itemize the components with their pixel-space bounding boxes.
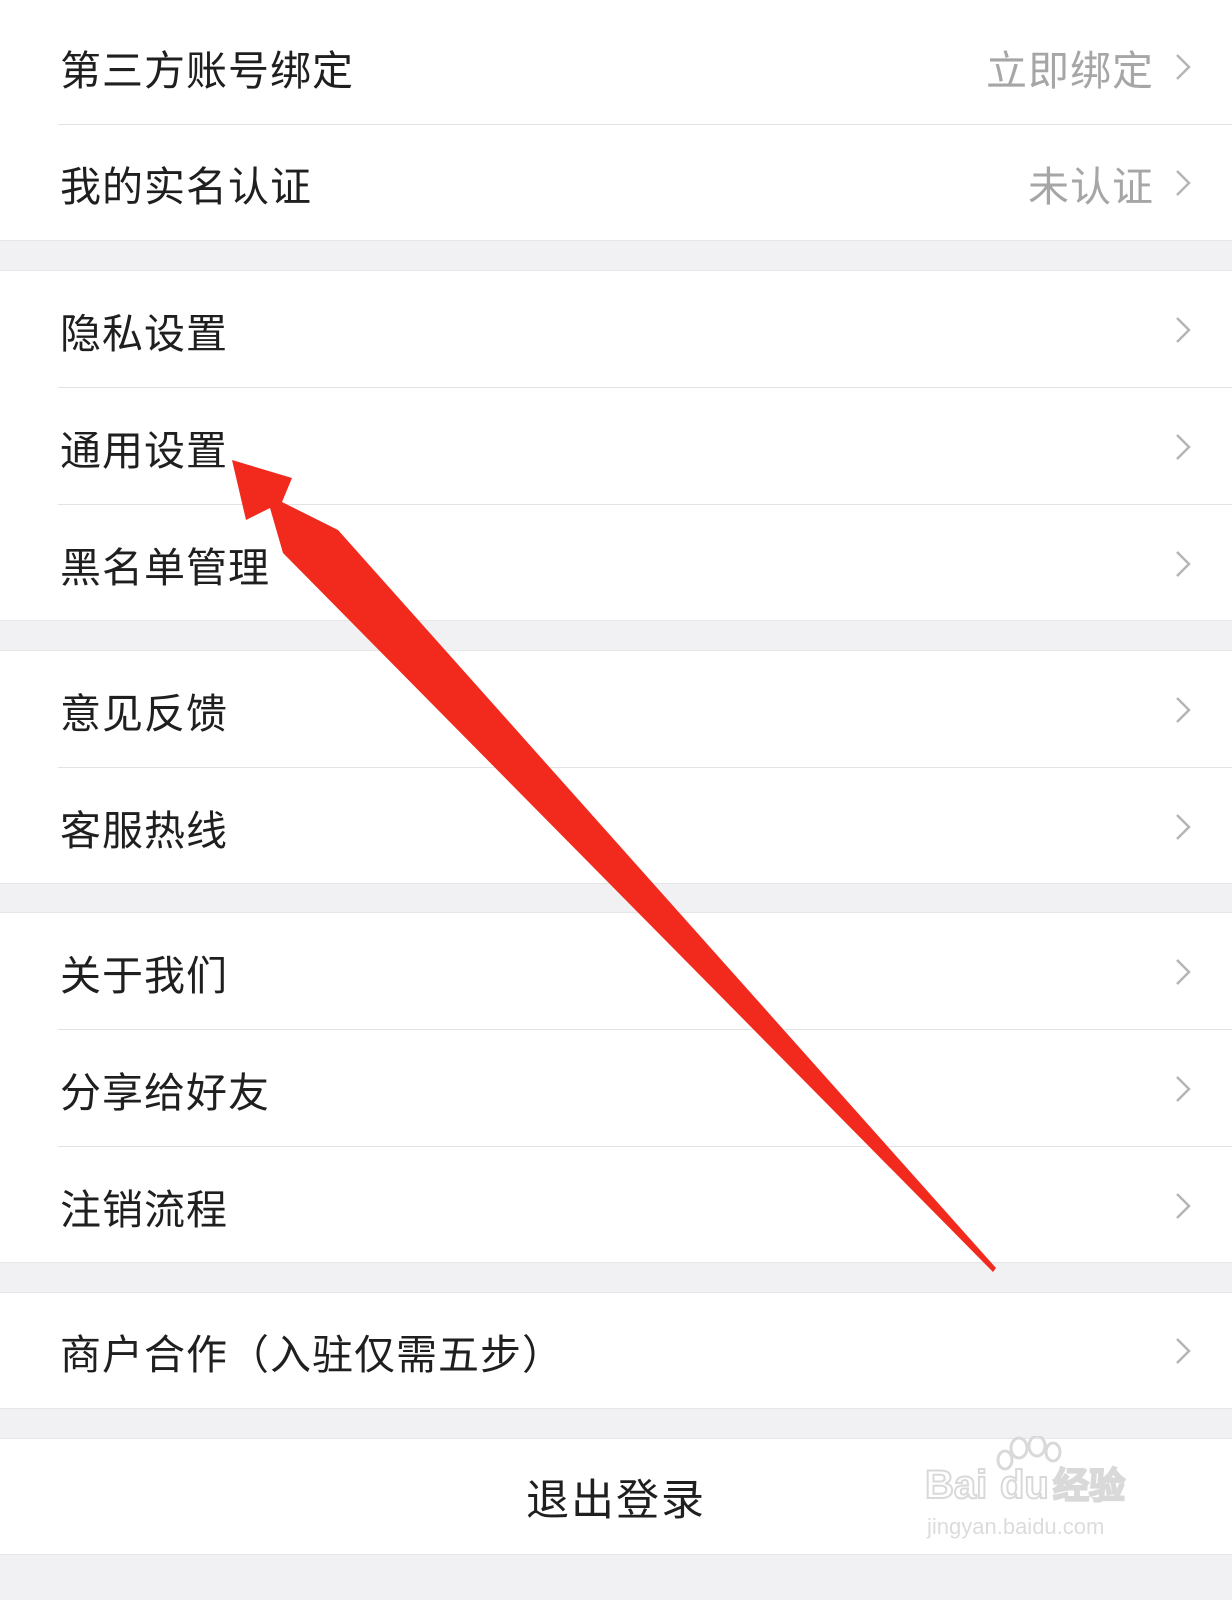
chevron-right-icon — [1174, 1336, 1192, 1366]
row-general-settings[interactable]: 通用设置 — [0, 388, 1232, 505]
chevron-right-icon — [1174, 52, 1192, 82]
logout-button[interactable]: 退出登录 — [0, 1439, 1232, 1554]
row-value: 未认证 — [1028, 162, 1154, 211]
settings-group-account: 第三方账号绑定 立即绑定 我的实名认证 未认证 — [0, 0, 1232, 241]
row-label: 注销流程 — [60, 1185, 228, 1234]
row-customer-hotline[interactable]: 客服热线 — [0, 768, 1232, 885]
row-label: 意见反馈 — [60, 689, 228, 738]
row-label: 通用设置 — [60, 426, 228, 475]
row-label: 第三方账号绑定 — [60, 47, 354, 95]
row-label: 分享给好友 — [60, 1068, 270, 1117]
row-label: 黑名单管理 — [60, 543, 270, 592]
chevron-right-icon — [1174, 168, 1192, 198]
chevron-right-icon — [1174, 1191, 1192, 1221]
row-third-party-binding[interactable]: 第三方账号绑定 立即绑定 — [0, 0, 1232, 125]
row-label: 客服热线 — [60, 806, 228, 855]
chevron-right-icon — [1174, 549, 1192, 579]
chevron-right-icon — [1174, 957, 1192, 987]
logout-group: 退出登录 — [0, 1438, 1232, 1555]
row-real-name-auth[interactable]: 我的实名认证 未认证 — [0, 125, 1232, 240]
row-label: 商户合作（入驻仅需五步） — [60, 1330, 564, 1379]
row-merchant-cooperation[interactable]: 商户合作（入驻仅需五步） — [0, 1293, 1232, 1408]
settings-group-support: 意见反馈 客服热线 — [0, 650, 1232, 884]
row-label: 关于我们 — [60, 951, 228, 1000]
settings-group-merchant: 商户合作（入驻仅需五步） — [0, 1292, 1232, 1409]
settings-group-preferences: 隐私设置 通用设置 黑名单管理 — [0, 270, 1232, 621]
chevron-right-icon — [1174, 315, 1192, 345]
row-blacklist-management[interactable]: 黑名单管理 — [0, 505, 1232, 622]
settings-group-about: 关于我们 分享给好友 注销流程 — [0, 912, 1232, 1263]
chevron-right-icon — [1174, 1074, 1192, 1104]
chevron-right-icon — [1174, 812, 1192, 842]
row-account-cancellation[interactable]: 注销流程 — [0, 1147, 1232, 1264]
row-label: 隐私设置 — [60, 309, 228, 358]
row-about-us[interactable]: 关于我们 — [0, 913, 1232, 1030]
row-label: 我的实名认证 — [60, 162, 312, 211]
settings-page: 第三方账号绑定 立即绑定 我的实名认证 未认证 隐私设置 通用设置 黑名单管理 … — [0, 0, 1232, 1600]
row-value: 立即绑定 — [986, 47, 1154, 95]
row-privacy-settings[interactable]: 隐私设置 — [0, 271, 1232, 388]
chevron-right-icon — [1174, 695, 1192, 725]
chevron-right-icon — [1174, 432, 1192, 462]
row-feedback[interactable]: 意见反馈 — [0, 651, 1232, 768]
row-share-to-friends[interactable]: 分享给好友 — [0, 1030, 1232, 1147]
